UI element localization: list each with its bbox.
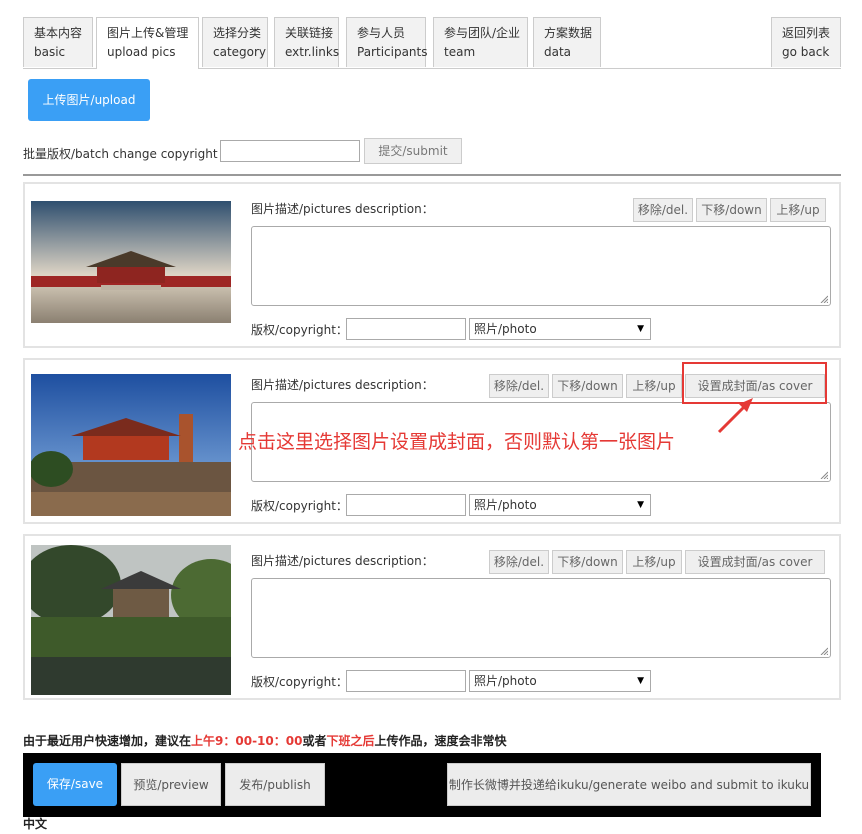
description-label: 图片描述/pictures description： [251,202,434,216]
delete-button[interactable]: 移除/del. [633,198,693,222]
tab-label-cn: 返回列表 [782,26,831,40]
picture-card: 图片描述/pictures description： 移除/del. 下移/do… [23,182,841,348]
copyright-label: 版权/copyright： [251,499,348,513]
tab-label-cn: 方案数据 [544,26,593,40]
tab-label-en: category [213,45,267,59]
description-textarea[interactable] [251,578,831,658]
tab-label-cn: 图片上传&管理 [107,26,189,40]
tab-basic[interactable]: 基本内容 basic [23,17,93,67]
tab-category[interactable]: 选择分类 category [202,17,268,67]
tab-label-cn: 参与团队/企业 [444,26,521,40]
forbidden-city-photo [31,201,231,323]
preview-button[interactable]: 预览/preview [121,763,221,806]
bottom-action-bar: 保存/save 预览/preview 发布/publish 制作长微博并投递给i… [23,753,821,817]
notice-text: 或者 [302,734,327,748]
tab-label-cn: 基本内容 [34,26,83,40]
description-label: 图片描述/pictures description： [251,554,434,568]
temple-photo [31,374,231,516]
delete-button[interactable]: 移除/del. [489,550,549,574]
picture-card: 图片描述/pictures description： 移除/del. 下移/do… [23,534,841,700]
dropdown-arrow-icon: ▼ [637,676,644,686]
copyright-input[interactable] [346,494,466,516]
photo-type-select[interactable]: 照片/photo ▼ [469,670,651,692]
resize-grip-icon[interactable] [820,471,828,479]
tab-label-cn: 参与人员 [357,26,406,40]
dropdown-arrow-icon: ▼ [637,324,644,334]
tab-bar: 基本内容 basic 图片上传&管理 upload pics 选择分类 cate… [23,17,841,69]
divider [23,174,841,176]
garden-pavilion-photo [31,545,231,695]
tab-go-back[interactable]: 返回列表 go back [771,17,841,67]
tab-label-en: basic [34,45,66,59]
tab-label-cn: 关联链接 [285,26,334,40]
tab-data[interactable]: 方案数据 data [533,17,601,67]
copyright-label: 版权/copyright： [251,323,348,337]
tab-label-en: data [544,45,572,59]
move-down-button[interactable]: 下移/down [552,374,623,398]
notice-text: 上传作品，速度会非常快 [374,734,507,748]
move-up-button[interactable]: 上移/up [626,550,682,574]
tab-extr-links[interactable]: 关联链接 extr.links [274,17,339,67]
photo-type-select[interactable]: 照片/photo ▼ [469,318,651,340]
notice-highlight: 下班之后 [326,734,375,748]
resize-grip-icon[interactable] [820,295,828,303]
tab-label-en: Participants [357,45,428,59]
tab-label-en: upload pics [107,45,176,59]
batch-copyright-input[interactable] [220,140,360,162]
dropdown-arrow-icon: ▼ [637,500,644,510]
publish-button[interactable]: 发布/publish [225,763,325,806]
resize-grip-icon[interactable] [820,647,828,655]
description-label: 图片描述/pictures description： [251,378,434,392]
generate-weibo-button[interactable]: 制作长微博并投递给ikuku/generate weibo and submit… [447,763,811,806]
select-value: 照片/photo [474,498,537,512]
batch-submit-button[interactable]: 提交/submit [364,138,462,164]
batch-copyright-label: 批量版权/batch change copyright ： [23,147,234,161]
set-cover-button[interactable]: 设置成封面/as cover [685,550,825,574]
move-down-button[interactable]: 下移/down [552,550,623,574]
tab-participants[interactable]: 参与人员 Participants [346,17,428,67]
tab-label-en: team [444,45,476,59]
delete-button[interactable]: 移除/del. [489,374,549,398]
tab-team[interactable]: 参与团队/企业 team [433,17,528,67]
save-button[interactable]: 保存/save [33,763,117,806]
select-value: 照片/photo [474,674,537,688]
upload-button[interactable]: 上传图片/upload [28,79,150,121]
tab-label-en: extr.links [285,45,340,59]
description-textarea[interactable] [251,226,831,306]
move-up-button[interactable]: 上移/up [770,198,826,222]
notice-text: 由于最近用户快速增加，建议在 [23,734,192,748]
annotation-arrow-icon [717,398,753,434]
copyright-input[interactable] [346,318,466,340]
select-value: 照片/photo [474,322,537,336]
copyright-label: 版权/copyright： [251,675,348,689]
annotation-text: 点击这里选择图片设置成封面，否则默认第一张图片 [238,431,676,453]
tab-label-cn: 选择分类 [213,26,262,40]
copyright-input[interactable] [346,670,466,692]
language-switch[interactable]: 中文 [23,815,47,832]
tab-label-en: go back [782,45,830,59]
upload-time-notice: 由于最近用户快速增加，建议在上午9：00-10：00或者下班之后上传作品，速度会… [23,732,507,749]
photo-type-select[interactable]: 照片/photo ▼ [469,494,651,516]
move-down-button[interactable]: 下移/down [696,198,767,222]
notice-highlight: 上午9：00-10：00 [191,734,303,748]
move-up-button[interactable]: 上移/up [626,374,682,398]
tab-upload-pics[interactable]: 图片上传&管理 upload pics [96,17,199,69]
